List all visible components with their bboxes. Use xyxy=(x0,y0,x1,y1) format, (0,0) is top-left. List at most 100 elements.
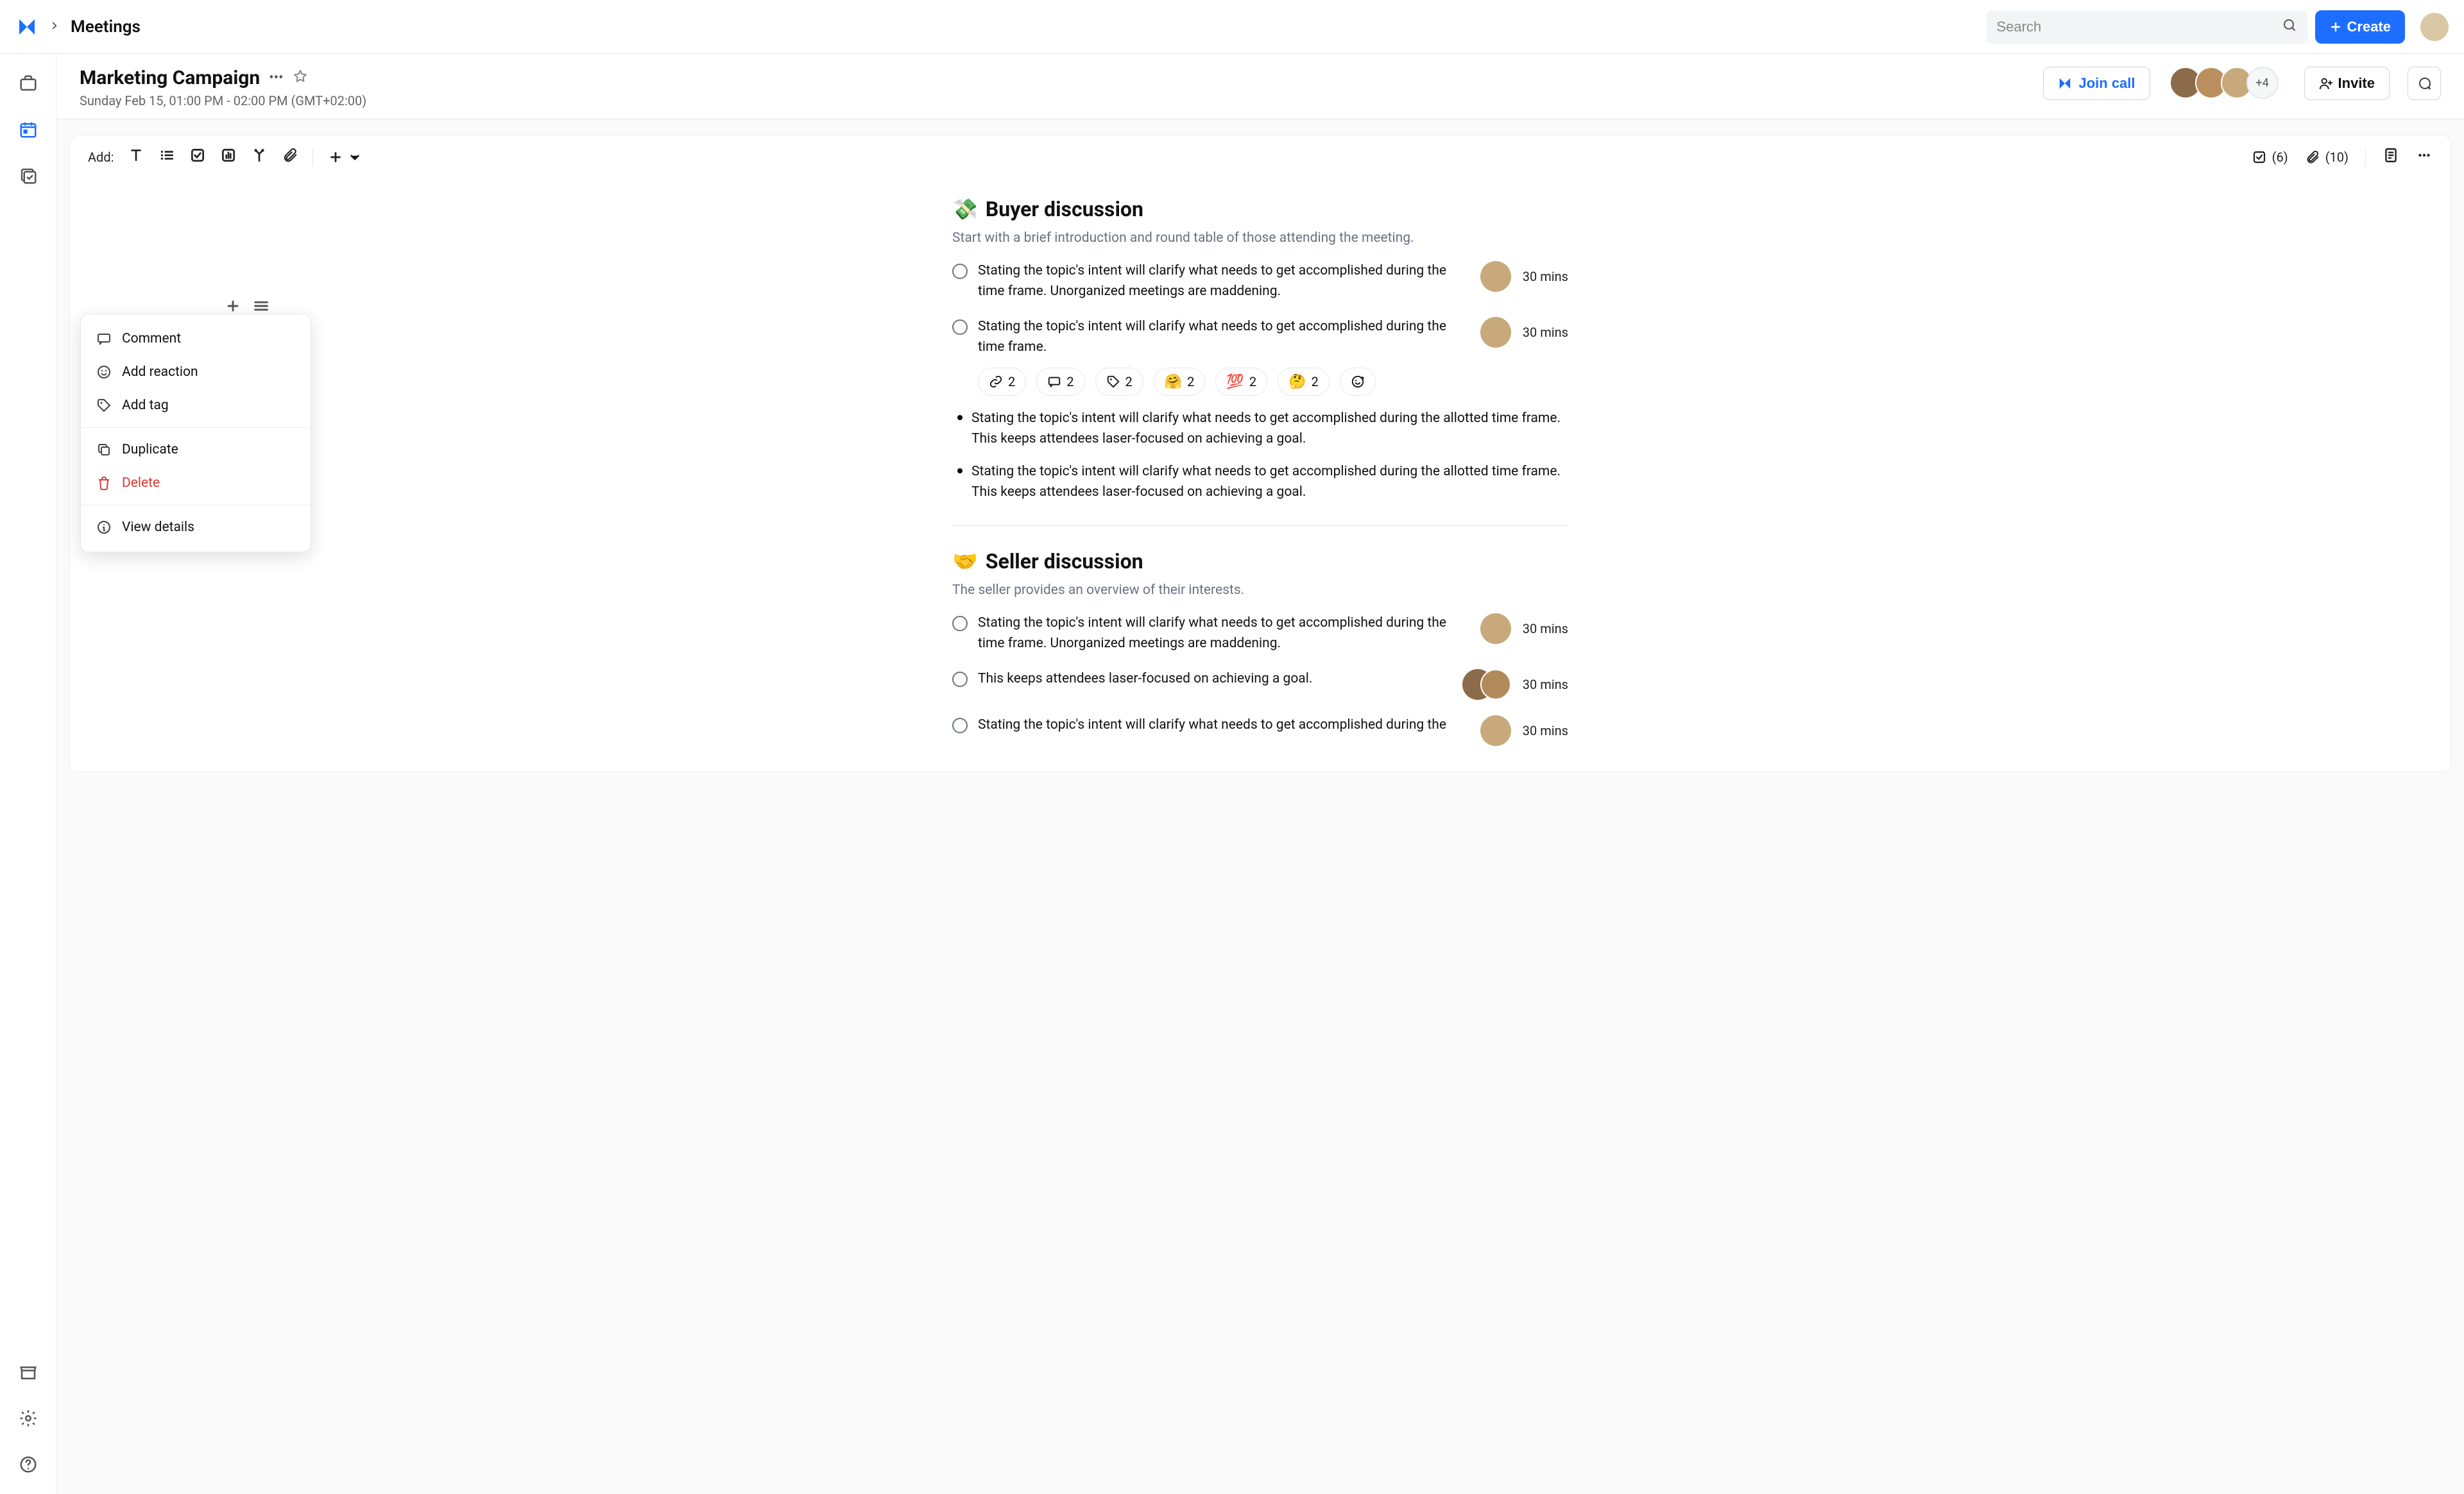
radio-unchecked-icon[interactable] xyxy=(952,616,968,631)
section-title-text: Buyer discussion xyxy=(986,197,1143,221)
agenda-duration: 30 mins xyxy=(1523,325,1568,340)
join-call-button[interactable]: Join call xyxy=(2043,67,2150,100)
agenda-duration: 30 mins xyxy=(1523,677,1568,692)
assignee-avatar[interactable] xyxy=(1480,715,1511,746)
branch-tool-icon[interactable] xyxy=(251,147,268,167)
agenda-item[interactable]: Stating the topic's intent will clarify … xyxy=(952,261,1568,301)
menu-duplicate[interactable]: Duplicate xyxy=(81,433,311,466)
breadcrumb-section[interactable]: Meetings xyxy=(71,17,141,37)
checkbox-tool-icon[interactable] xyxy=(189,147,206,167)
menu-add-tag[interactable]: Add tag xyxy=(81,389,311,422)
pill-count: 2 xyxy=(1311,374,1318,389)
assignee-avatar[interactable] xyxy=(1480,261,1511,292)
current-user-avatar[interactable] xyxy=(2420,13,2449,41)
bullet-text[interactable]: Stating the topic's intent will clarify … xyxy=(971,409,1568,449)
section-seller: 🤝 Seller discussion The seller provides … xyxy=(952,549,1568,746)
radio-unchecked-icon[interactable] xyxy=(952,718,968,733)
menu-delete[interactable]: Delete xyxy=(81,466,311,500)
menu-view-details-label: View details xyxy=(122,520,194,535)
search-icon[interactable] xyxy=(2282,17,2297,36)
link-pill[interactable]: 2 xyxy=(978,368,1026,396)
menu-separator xyxy=(81,427,311,428)
attachment-count[interactable]: (10) xyxy=(2305,149,2348,165)
poll-tool-icon[interactable] xyxy=(220,147,237,167)
page-more-icon[interactable]: ••• xyxy=(269,70,283,86)
menu-comment-label: Comment xyxy=(122,331,181,346)
page-title: Marketing Campaign xyxy=(80,67,260,89)
agenda-item[interactable]: Stating the topic's intent will clarify … xyxy=(952,715,1568,746)
menu-add-reaction[interactable]: Add reaction xyxy=(81,355,311,389)
agenda-item[interactable]: Stating the topic's intent will clarify … xyxy=(952,613,1568,654)
section-title[interactable]: 🤝 Seller discussion xyxy=(952,549,1568,573)
more-icon[interactable] xyxy=(2416,147,2433,167)
note-details-icon[interactable] xyxy=(2383,147,2399,167)
agenda-duration: 30 mins xyxy=(1523,269,1568,284)
agenda-text[interactable]: Stating the topic's intent will clarify … xyxy=(978,715,1455,736)
assignee-avatar[interactable] xyxy=(1480,613,1511,644)
agenda-text[interactable]: Stating the topic's intent will clarify … xyxy=(978,317,1455,357)
add-more-dropdown[interactable] xyxy=(327,149,363,166)
store-icon[interactable] xyxy=(17,1361,40,1384)
agenda-text[interactable]: Stating the topic's intent will clarify … xyxy=(978,613,1455,654)
assignee-avatar[interactable] xyxy=(1480,669,1511,700)
bullet-item[interactable]: Stating the topic's intent will clarify … xyxy=(952,409,1568,449)
radio-unchecked-icon[interactable] xyxy=(952,264,968,279)
emoji-glyph: 💯 xyxy=(1226,374,1244,390)
section-title[interactable]: 💸 Buyer discussion xyxy=(952,197,1568,221)
attachment-tool-icon[interactable] xyxy=(282,147,298,167)
section-title-text: Seller discussion xyxy=(986,549,1143,573)
radio-unchecked-icon[interactable] xyxy=(952,672,968,687)
invite-button[interactable]: Invite xyxy=(2304,67,2390,100)
section-desc[interactable]: Start with a brief introduction and roun… xyxy=(952,230,1568,246)
calendar-icon[interactable] xyxy=(17,118,40,141)
menu-add-tag-label: Add tag xyxy=(122,398,169,413)
section-desc[interactable]: The seller provides an overview of their… xyxy=(952,582,1568,598)
bullet-dot-icon xyxy=(957,468,963,473)
app-logo[interactable] xyxy=(15,15,38,38)
briefcase-icon[interactable] xyxy=(17,72,40,95)
add-reaction-pill[interactable] xyxy=(1340,368,1376,396)
comment-pill[interactable]: 2 xyxy=(1036,368,1084,396)
bullet-text[interactable]: Stating the topic's intent will clarify … xyxy=(971,462,1568,502)
toolbar-add-label: Add: xyxy=(88,149,114,165)
star-icon[interactable] xyxy=(293,69,308,88)
text-tool-icon[interactable] xyxy=(128,147,144,167)
tag-pill[interactable]: 2 xyxy=(1095,368,1143,396)
agenda-text[interactable]: Stating the topic's intent will clarify … xyxy=(978,261,1455,301)
block-context-menu: Comment Add reaction Add tag xyxy=(80,314,311,552)
tasks-icon[interactable] xyxy=(17,164,40,187)
toolbar-divider xyxy=(312,148,313,166)
settings-icon[interactable] xyxy=(17,1407,40,1430)
attachment-count-label: (10) xyxy=(2325,149,2348,165)
reaction-row: 2 2 2 🤗 2 xyxy=(978,368,1568,396)
menu-add-reaction-label: Add reaction xyxy=(122,364,198,380)
search-input[interactable] xyxy=(1997,19,2277,35)
menu-comment[interactable]: Comment xyxy=(81,322,311,355)
attendees-more-count[interactable]: +4 xyxy=(2246,67,2279,99)
page-header: Marketing Campaign ••• Sunday Feb 15, 01… xyxy=(56,54,2464,119)
page-subtitle: Sunday Feb 15, 01:00 PM - 02:00 PM (GMT+… xyxy=(80,93,2033,108)
create-button-label: Create xyxy=(2347,19,2391,35)
help-icon[interactable] xyxy=(17,1453,40,1476)
list-tool-icon[interactable] xyxy=(158,147,175,167)
topbar: Meetings Create xyxy=(0,0,2464,54)
emoji-pill[interactable]: 🤔 2 xyxy=(1278,368,1330,396)
pill-count: 2 xyxy=(1066,374,1074,389)
section-buyer: 💸 Buyer discussion Start with a brief in… xyxy=(952,197,1568,526)
emoji-pill[interactable]: 🤗 2 xyxy=(1154,368,1206,396)
agenda-item[interactable]: This keeps attendees laser-focused on ac… xyxy=(952,669,1568,700)
agenda-text[interactable]: This keeps attendees laser-focused on ac… xyxy=(978,669,1437,690)
create-button[interactable]: Create xyxy=(2315,10,2405,44)
menu-view-details[interactable]: View details xyxy=(81,511,311,544)
emoji-pill[interactable]: 💯 2 xyxy=(1215,368,1267,396)
search-box[interactable] xyxy=(1987,10,2307,44)
chat-button[interactable] xyxy=(2408,67,2441,100)
left-rail xyxy=(0,54,56,1494)
bullet-item[interactable]: Stating the topic's intent will clarify … xyxy=(952,462,1568,502)
assignee-avatar[interactable] xyxy=(1480,317,1511,348)
agenda-item[interactable]: Stating the topic's intent will clarify … xyxy=(952,317,1568,357)
radio-unchecked-icon[interactable] xyxy=(952,319,968,335)
attendees-stack[interactable]: +4 xyxy=(2176,67,2279,99)
agenda-duration: 30 mins xyxy=(1523,621,1568,636)
checkbox-count[interactable]: (6) xyxy=(2252,149,2288,165)
